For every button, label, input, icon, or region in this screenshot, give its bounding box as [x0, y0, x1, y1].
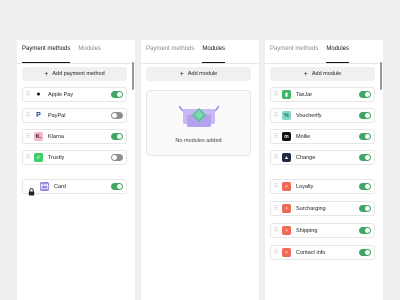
enable-toggle[interactable] — [359, 205, 371, 212]
custom-module-icon: ⁘ — [282, 182, 291, 191]
tab-divider — [265, 63, 383, 64]
custom-module-icon: ⁘ — [282, 204, 291, 213]
drag-handle-icon[interactable]: ⠿ — [26, 113, 31, 119]
drag-handle-icon[interactable]: ⠿ — [274, 134, 279, 140]
list-item-label: Change — [296, 154, 316, 161]
mollie-icon: m — [282, 132, 291, 141]
enable-toggle[interactable] — [359, 91, 371, 98]
list-item-label: TaxJar — [296, 91, 313, 98]
taxjar-icon: ▮ — [282, 90, 291, 99]
drag-handle-icon[interactable]: ⠿ — [274, 184, 279, 190]
card-icon — [40, 182, 49, 191]
list-item-change[interactable]: ⠿ ▲ Change — [270, 150, 375, 165]
klarna-icon: K. — [34, 132, 43, 141]
add-button-label: Add payment method — [52, 71, 105, 77]
enable-toggle[interactable] — [359, 112, 371, 119]
tab-bar: Payment methods Modules — [22, 43, 135, 63]
drag-handle-icon[interactable]: ⠿ — [274, 250, 279, 256]
apple-pay-icon: ● — [34, 90, 43, 99]
add-payment-method-button[interactable]: + Add payment method — [22, 67, 127, 81]
list-item-paypal[interactable]: ⠿ P PayPal — [22, 108, 127, 123]
plus-icon: + — [179, 70, 184, 78]
tab-payment-methods[interactable]: Payment methods — [146, 43, 194, 63]
add-module-button[interactable]: + Add module — [146, 67, 251, 81]
enable-toggle[interactable] — [111, 112, 123, 119]
drag-handle-icon[interactable]: ⠿ — [274, 206, 279, 212]
enable-toggle[interactable] — [359, 183, 371, 190]
add-button-label: Add module — [187, 71, 218, 77]
tab-bar: Payment methods Modules — [146, 43, 259, 63]
modules-empty-panel: Payment methods Modules + Add module No … — [141, 40, 259, 300]
list-item-card[interactable]: Card — [22, 179, 127, 195]
plus-icon: + — [44, 70, 49, 78]
paypal-icon: P — [34, 111, 43, 120]
list-item-loyalty[interactable]: ⠿ ⁘ Loyalty — [270, 179, 375, 194]
list-item-label: PayPal — [48, 112, 66, 119]
tab-modules[interactable]: Modules — [326, 43, 349, 63]
list-item-trustly[interactable]: ⠿ ✓ Trustly — [22, 150, 127, 165]
drag-handle-icon[interactable]: ⠿ — [274, 92, 279, 98]
plus-icon: + — [303, 70, 308, 78]
custom-module-icon: ⁘ — [282, 226, 291, 235]
list-item-label: Klarna — [48, 133, 64, 140]
enable-toggle[interactable] — [111, 91, 123, 98]
list-item-mollie[interactable]: ⠿ m Mollie — [270, 129, 375, 144]
list-item-shipping[interactable]: ⠿ ⁘ Shipping — [270, 223, 375, 238]
drag-handle-icon[interactable]: ⠿ — [274, 228, 279, 234]
enable-toggle[interactable] — [359, 154, 371, 161]
enable-toggle[interactable] — [359, 249, 371, 256]
list-item-apple-pay[interactable]: ⠿ ● Apple Pay — [22, 87, 127, 102]
scrollbar[interactable] — [132, 62, 134, 90]
tab-payment-methods[interactable]: Payment methods — [270, 43, 318, 63]
list-item-label: Trustly — [48, 154, 65, 161]
drag-handle-icon[interactable]: ⠿ — [274, 155, 279, 161]
tab-modules[interactable]: Modules — [78, 43, 101, 63]
trustly-icon: ✓ — [34, 153, 43, 162]
list-item-label: Surcharging — [296, 205, 326, 212]
empty-state: No modules added — [146, 90, 251, 156]
tab-payment-methods[interactable]: Payment methods — [22, 43, 71, 63]
modules-panel: Payment methods Modules + Add module ⠿ ▮… — [265, 40, 383, 300]
list-item-contact-info[interactable]: ⠿ ⁘ Contact info — [270, 245, 375, 260]
payment-methods-panel: Payment methods Modules + Add payment me… — [17, 40, 135, 300]
tab-bar: Payment methods Modules — [270, 43, 383, 63]
list-item-surcharging[interactable]: ⠿ ⁘ Surcharging — [270, 201, 375, 216]
scrollbar[interactable] — [380, 62, 382, 90]
list-item-label: Loyalty — [296, 183, 314, 190]
list-item-label: Mollie — [296, 133, 311, 140]
tab-divider — [141, 63, 259, 64]
list-item-label: Contact info — [296, 249, 326, 256]
add-button-label: Add module — [311, 71, 342, 77]
list-item-label: Card — [54, 183, 66, 190]
add-module-button[interactable]: + Add module — [270, 67, 375, 81]
list-item-label: Apple Pay — [48, 91, 74, 98]
drag-handle-icon[interactable]: ⠿ — [26, 155, 31, 161]
enable-toggle[interactable] — [111, 183, 123, 190]
custom-module-icon: ⁘ — [282, 248, 291, 257]
drag-handle-icon[interactable]: ⠿ — [26, 92, 31, 98]
enable-toggle[interactable] — [359, 227, 371, 234]
drag-handle-icon[interactable]: ⠿ — [274, 113, 279, 119]
lock-icon — [28, 183, 35, 195]
list-item-taxjar[interactable]: ⠿ ▮ TaxJar — [270, 87, 375, 102]
change-icon: ▲ — [282, 153, 291, 162]
drag-handle-icon[interactable]: ⠿ — [26, 134, 31, 140]
list-item-label: Voucherify — [296, 112, 322, 119]
list-item-voucherify[interactable]: ⠿ % Voucherify — [270, 108, 375, 123]
list-item-klarna[interactable]: ⠿ K. Klarna — [22, 129, 127, 144]
enable-toggle[interactable] — [359, 133, 371, 140]
tab-modules[interactable]: Modules — [202, 43, 225, 63]
voucherify-icon: % — [282, 111, 291, 120]
enable-toggle[interactable] — [111, 133, 123, 140]
empty-state-text: No modules added — [175, 138, 222, 144]
empty-modules-illustration-icon — [178, 105, 219, 127]
list-item-label: Shipping — [296, 227, 318, 234]
tab-divider — [17, 63, 135, 64]
enable-toggle[interactable] — [111, 154, 123, 161]
